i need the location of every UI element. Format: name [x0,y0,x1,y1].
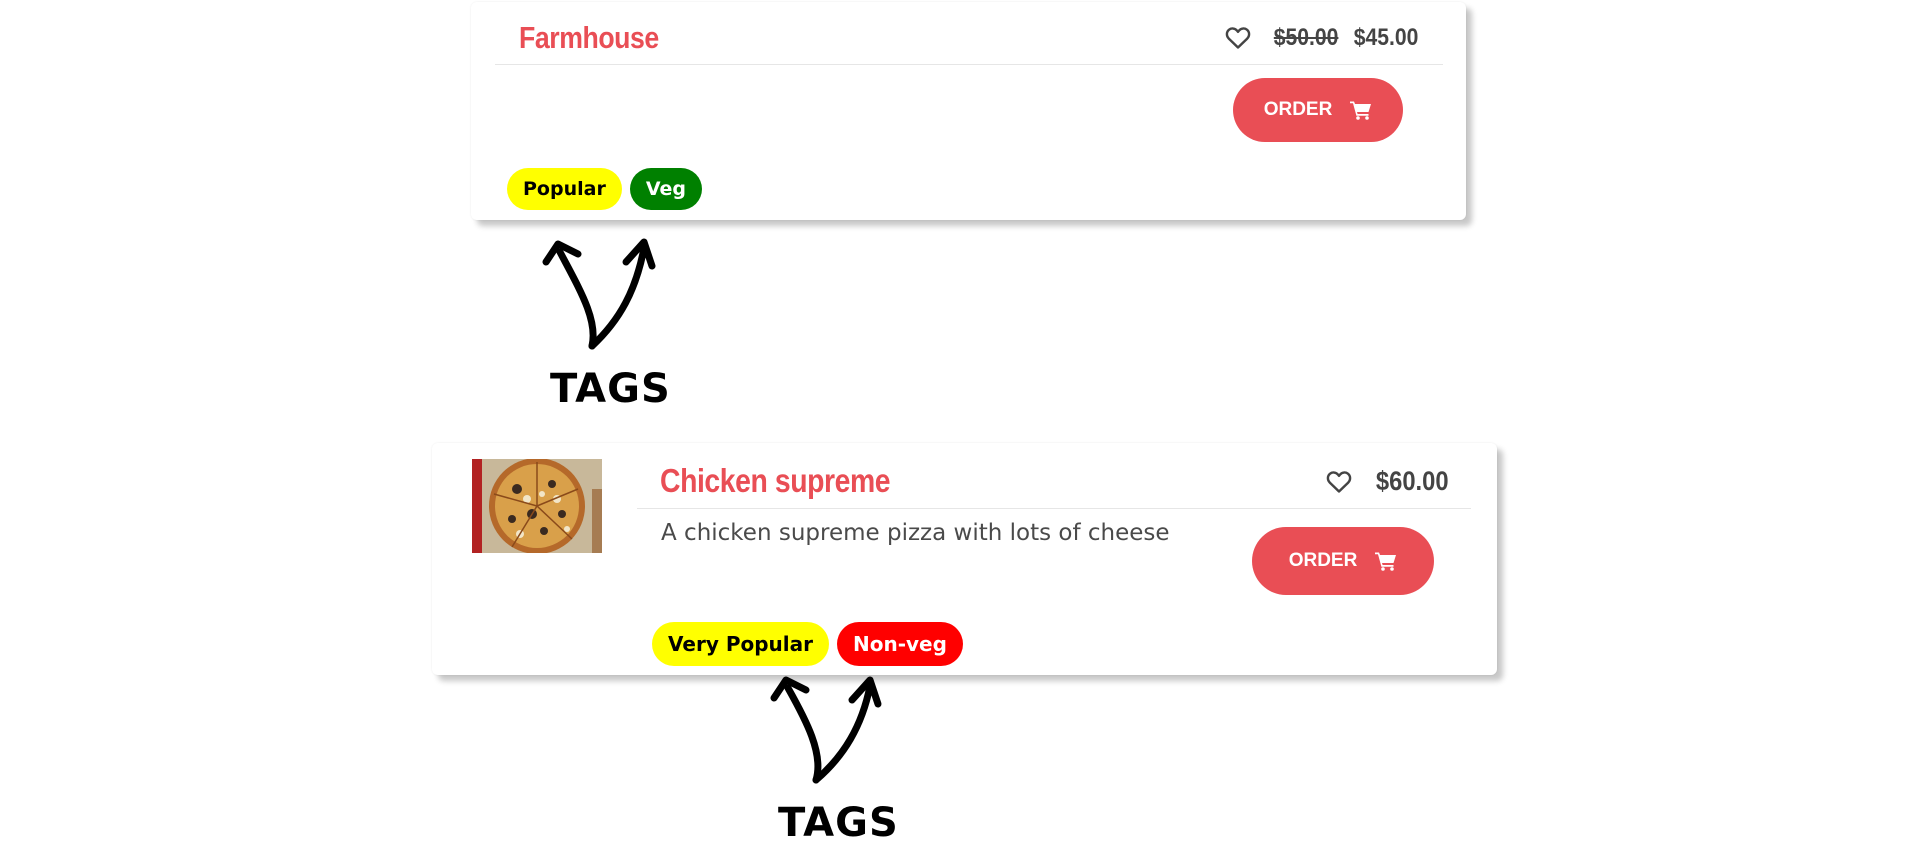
tag-list: Popular Veg [507,168,702,210]
tag-list: Very Popular Non-veg [652,622,963,666]
menu-item-card-farmhouse: Farmhouse $50.00 $45.00 ORDER Popular Ve… [471,2,1466,220]
cart-icon [1350,101,1372,120]
annotation-label: TAGS [550,366,671,412]
price-area: $50.00 $45.00 [1225,24,1418,52]
pizza-image [472,459,602,553]
divider [495,64,1443,65]
divider [637,508,1471,509]
item-description: A chicken supreme pizza with lots of che… [661,520,1170,546]
tag-popular: Popular [507,168,622,210]
heart-icon[interactable] [1326,470,1352,494]
item-title: Chicken supreme [660,462,891,499]
cart-icon [1375,552,1397,571]
stage: Farmhouse $50.00 $45.00 ORDER Popular Ve… [0,0,1920,864]
tag-non-veg: Non-veg [836,622,963,666]
order-button[interactable]: ORDER [1233,78,1403,142]
order-button-label: ORDER [1288,550,1358,571]
annotation-arrows [770,676,882,784]
order-button-label: ORDER [1263,99,1333,120]
original-price: $50.00 [1273,24,1339,51]
tag-very-popular: Very Popular [652,622,829,666]
tag-veg: Veg [629,168,702,210]
current-price: $45.00 [1353,24,1418,51]
annotation-label: TAGS [778,800,899,846]
item-title: Farmhouse [519,20,659,55]
annotation-arrows [542,238,656,350]
order-button[interactable]: ORDER [1252,527,1434,595]
price-area: $60.00 [1326,466,1449,497]
menu-item-card-chicken-supreme: Chicken supreme $60.00 A chicken supreme… [432,443,1497,675]
heart-icon[interactable] [1225,26,1251,50]
current-price: $60.00 [1376,466,1449,496]
